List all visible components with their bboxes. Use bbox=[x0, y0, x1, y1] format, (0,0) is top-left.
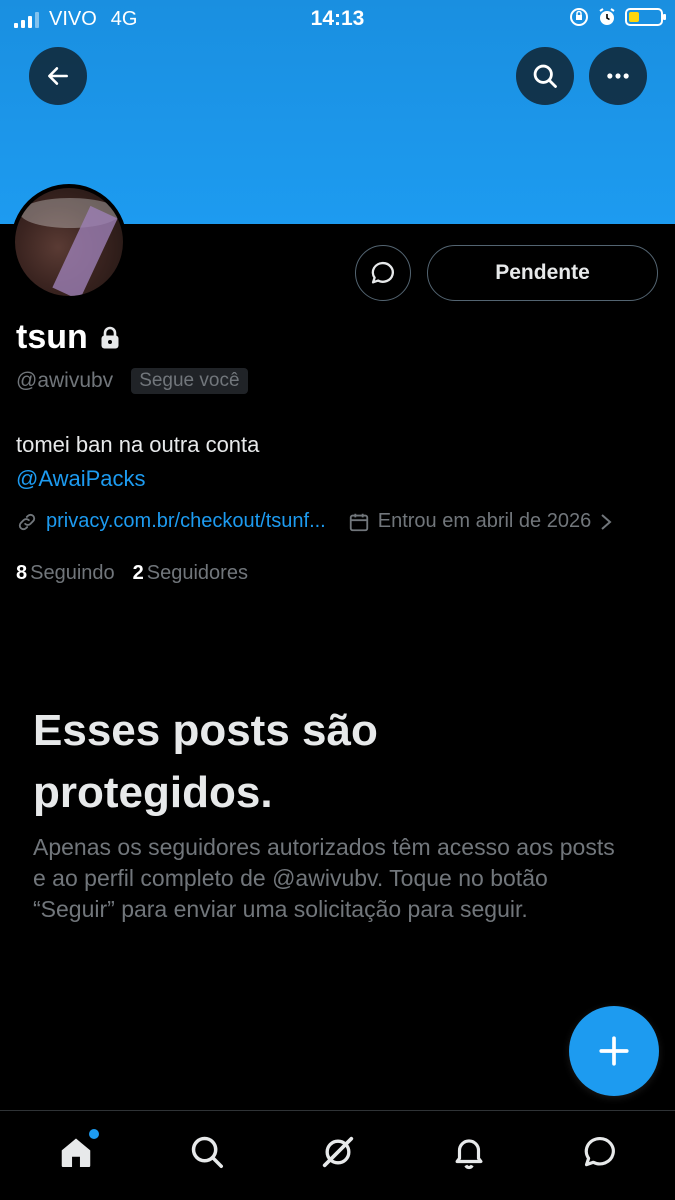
protected-posts-title: Esses posts são protegidos. bbox=[33, 706, 378, 817]
name-row: tsun bbox=[16, 318, 122, 357]
profile-meta-row: privacy.com.br/checkout/tsunf... Entrou … bbox=[16, 510, 613, 533]
bio-text: tomei ban na outra conta bbox=[16, 432, 260, 457]
search-icon bbox=[191, 1136, 223, 1168]
nav-notifications[interactable] bbox=[434, 1117, 504, 1187]
search-icon bbox=[533, 64, 557, 88]
status-right bbox=[569, 7, 666, 27]
grok-icon bbox=[322, 1136, 353, 1167]
status-bar: VIVO 4G 14:13 bbox=[0, 0, 675, 36]
message-bubble-icon bbox=[371, 261, 394, 284]
followers-stat[interactable]: 2 Seguidores bbox=[133, 562, 248, 585]
more-options-button[interactable] bbox=[589, 47, 647, 105]
bell-icon bbox=[455, 1138, 482, 1169]
following-stat[interactable]: 8 Seguindo bbox=[16, 562, 115, 585]
followers-count: 2 bbox=[132, 562, 144, 584]
pending-follow-button[interactable]: Pendente bbox=[427, 245, 658, 301]
back-arrow-icon bbox=[48, 67, 68, 85]
nav-home[interactable] bbox=[41, 1117, 111, 1187]
link-icon bbox=[18, 513, 36, 530]
nav-messages[interactable] bbox=[565, 1117, 635, 1187]
back-button[interactable] bbox=[29, 47, 87, 105]
joined-date: Entrou em abril de 2026 bbox=[377, 510, 592, 532]
compose-post-button[interactable] bbox=[569, 1006, 659, 1096]
more-icon bbox=[607, 73, 629, 79]
plus-icon bbox=[599, 1036, 629, 1066]
protected-posts-description: Apenas os seguidores autorizados têm ace… bbox=[33, 834, 615, 922]
following-count: 8 bbox=[16, 562, 28, 584]
avatar[interactable] bbox=[11, 184, 127, 300]
bottom-navigation bbox=[0, 1110, 675, 1200]
follows-you-badge: Segue você bbox=[131, 368, 248, 394]
website-link[interactable]: privacy.com.br/checkout/tsunf... bbox=[46, 510, 326, 533]
username-handle: @awivubv bbox=[16, 369, 114, 392]
alarm-icon bbox=[599, 8, 615, 25]
display-name: tsun bbox=[16, 318, 88, 356]
home-icon bbox=[61, 1138, 90, 1167]
follow-stats: 8 Seguindo 2 Seguidores bbox=[16, 562, 248, 585]
lock-icon bbox=[101, 326, 119, 348]
bio-mention-link[interactable]: @AwaiPacks bbox=[16, 462, 259, 496]
messages-icon bbox=[584, 1136, 615, 1166]
following-label: Seguindo bbox=[30, 562, 115, 584]
nav-search[interactable] bbox=[172, 1117, 242, 1187]
bio: tomei ban na outra conta @AwaiPacks bbox=[16, 428, 259, 496]
nav-grok[interactable] bbox=[303, 1117, 373, 1187]
calendar-icon bbox=[349, 513, 368, 531]
orientation-lock-icon bbox=[570, 8, 588, 26]
followers-label: Seguidores bbox=[146, 562, 248, 584]
battery-icon bbox=[625, 8, 666, 26]
message-button[interactable] bbox=[355, 245, 411, 301]
chevron-right-icon bbox=[601, 513, 612, 530]
notification-dot bbox=[88, 1128, 99, 1139]
handle-row: @awivubv Segue você bbox=[16, 368, 248, 394]
search-button[interactable] bbox=[516, 47, 574, 105]
